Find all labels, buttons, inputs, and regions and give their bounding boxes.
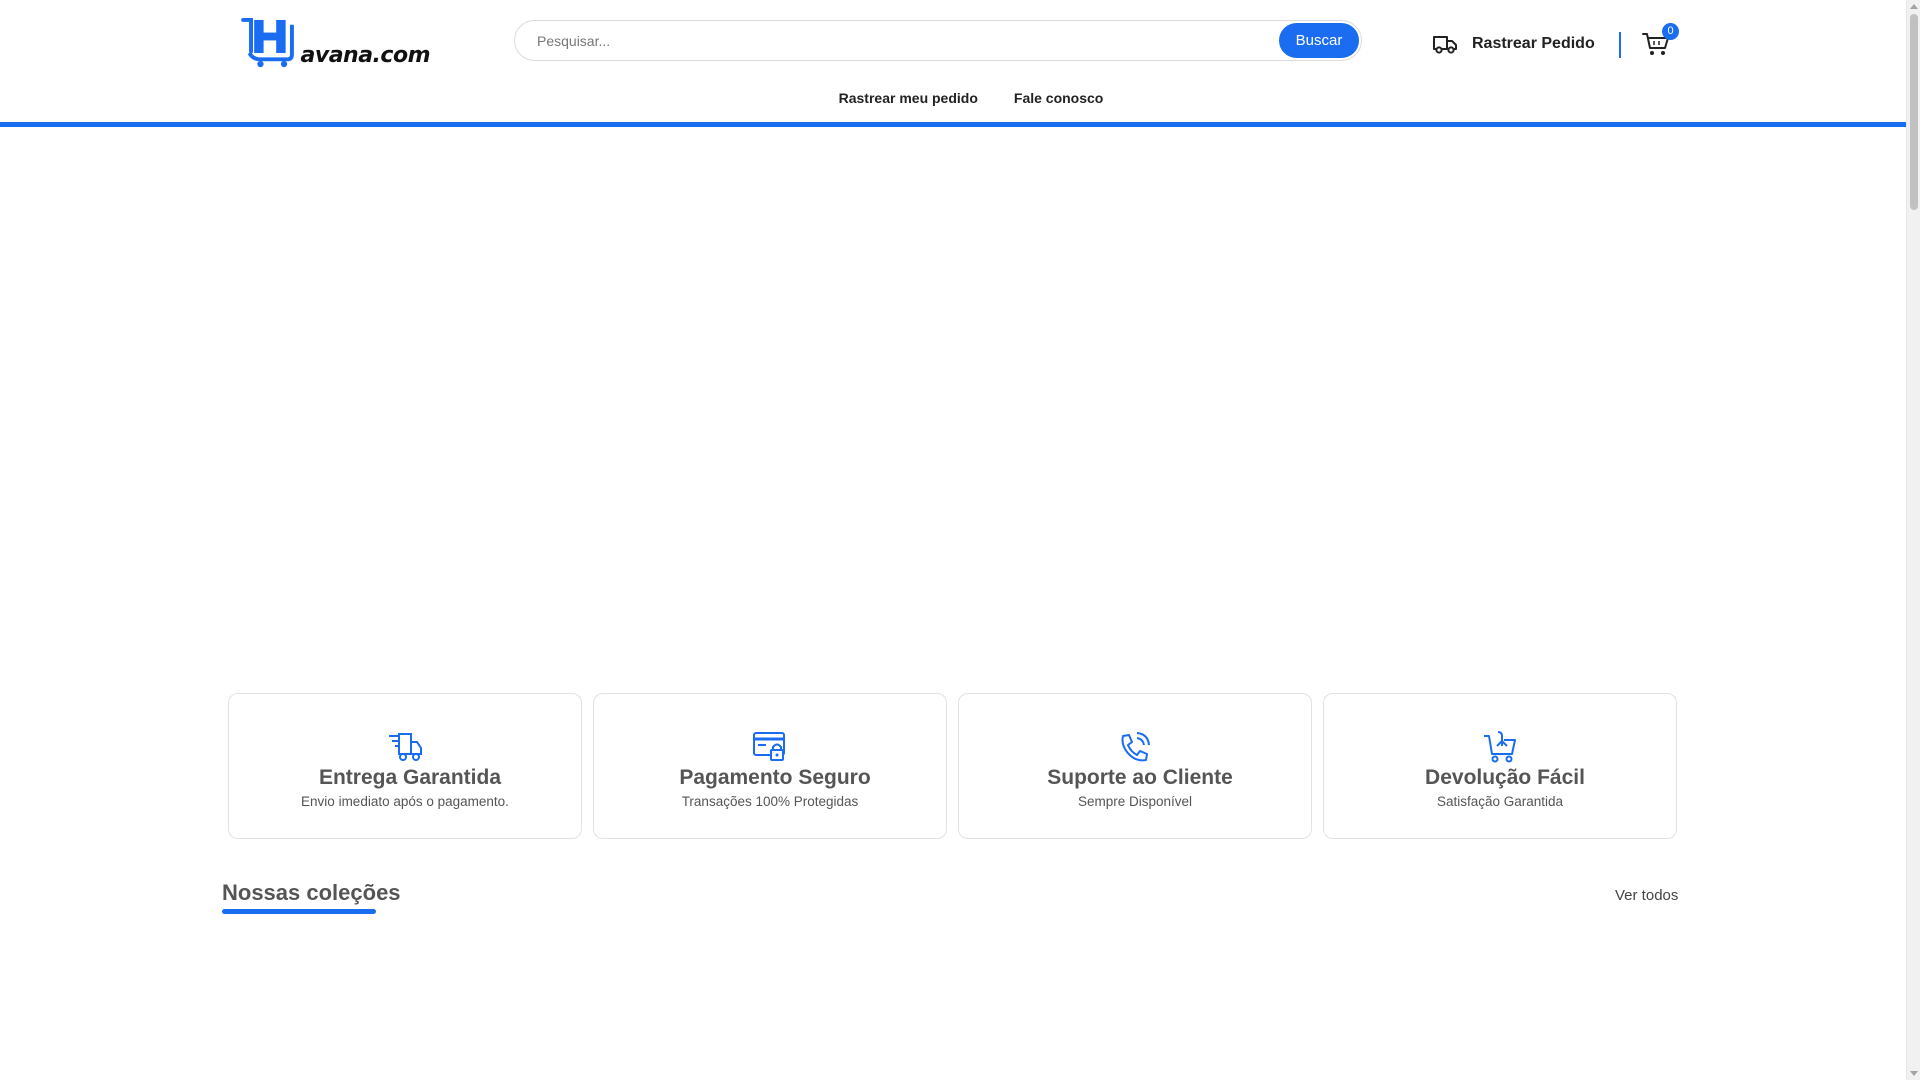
scroll-up-arrow-icon[interactable] bbox=[1910, 4, 1918, 9]
cart-h-logo-icon bbox=[241, 18, 294, 68]
feature-description: Transações 100% Protegidas bbox=[681, 794, 859, 809]
delivery-truck-icon bbox=[389, 733, 422, 761]
main-nav: Rastrear meu pedido Fale conosco bbox=[0, 90, 1906, 112]
see-all-link[interactable]: Ver todos bbox=[1615, 887, 1678, 904]
cart-return-icon bbox=[1484, 731, 1516, 763]
feature-description: Satisfação Garantida bbox=[1436, 794, 1564, 809]
feature-card: Entrega Garantida Envio imediato após o … bbox=[228, 693, 582, 839]
header-accent-bar bbox=[0, 122, 1906, 127]
track-order-link[interactable]: Rastrear Pedido bbox=[1432, 30, 1595, 58]
search-bar: Buscar bbox=[514, 20, 1362, 61]
collections-title-underline bbox=[222, 909, 376, 914]
search-button[interactable]: Buscar bbox=[1279, 23, 1359, 58]
logo[interactable]: avana.com bbox=[240, 10, 431, 74]
features-row: Entrega Garantida Envio imediato após o … bbox=[228, 693, 1678, 839]
nav-item-contact-us[interactable]: Fale conosco bbox=[1014, 90, 1103, 112]
feature-title: Devolução Fácil bbox=[1425, 766, 1585, 789]
truck-icon bbox=[1433, 36, 1457, 54]
header-divider bbox=[1619, 32, 1621, 58]
site-header: avana.com Buscar Rastrear Pedido 0 Rastr… bbox=[0, 0, 1906, 128]
collections-title: Nossas coleções bbox=[222, 880, 401, 905]
feature-card: Suporte ao Cliente Sempre Disponível bbox=[958, 693, 1312, 839]
feature-title: Entrega Garantida bbox=[318, 766, 502, 789]
hero-banner bbox=[0, 128, 1906, 688]
logo-text: avana.com bbox=[300, 43, 431, 68]
secure-payment-icon bbox=[753, 732, 785, 761]
cart-count-badge: 0 bbox=[1662, 23, 1679, 40]
feature-title: Pagamento Seguro bbox=[679, 766, 871, 789]
feature-description: Envio imediato após o pagamento. bbox=[301, 794, 509, 809]
feature-description: Sempre Disponível bbox=[1077, 794, 1193, 809]
feature-card: Pagamento Seguro Transações 100% Protegi… bbox=[593, 693, 947, 839]
search-input[interactable] bbox=[537, 21, 1217, 60]
scroll-thumb[interactable] bbox=[1910, 14, 1918, 210]
page-scrollbar[interactable] bbox=[1906, 0, 1920, 1080]
feature-card: Devolução Fácil Satisfação Garantida bbox=[1323, 693, 1677, 839]
phone-support-icon bbox=[1121, 732, 1150, 762]
track-order-label: Rastrear Pedido bbox=[1472, 35, 1595, 52]
nav-item-track-my-order[interactable]: Rastrear meu pedido bbox=[839, 90, 978, 112]
feature-title: Suporte ao Cliente bbox=[1047, 766, 1233, 789]
scroll-down-arrow-icon[interactable] bbox=[1910, 1071, 1918, 1076]
